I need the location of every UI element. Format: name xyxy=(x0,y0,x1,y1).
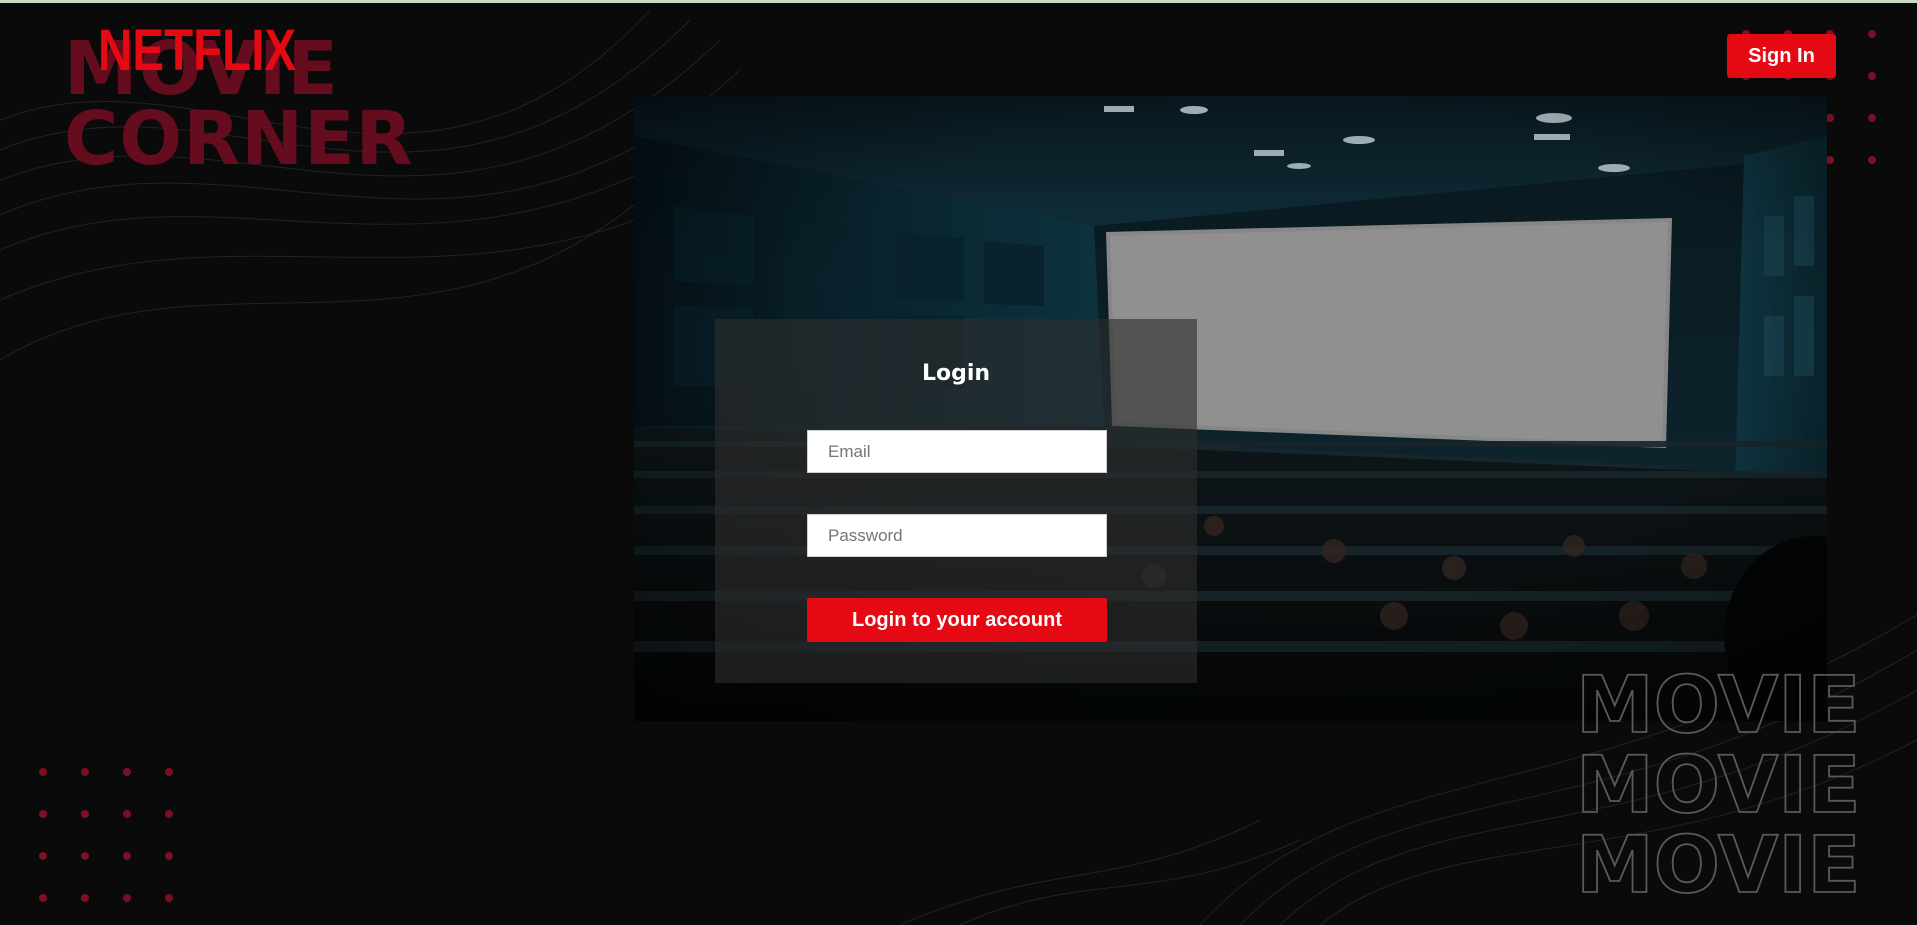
password-input[interactable] xyxy=(807,514,1107,557)
sign-in-button[interactable]: Sign In xyxy=(1727,34,1836,78)
outline-word-1: MOVIE xyxy=(1576,662,1861,751)
email-input[interactable] xyxy=(807,430,1107,473)
netflix-logo[interactable]: NETFLIX xyxy=(98,22,296,80)
login-title: Login xyxy=(921,361,991,386)
outline-word-3: MOVIE xyxy=(1576,821,1861,902)
outline-word-2: MOVIE xyxy=(1576,741,1861,831)
login-panel: Login Login to your account xyxy=(715,319,1197,683)
movie-outline-text-decoration: MOVIE MOVIE MOVIE xyxy=(1576,662,1861,902)
brand-line-2: CORNER xyxy=(64,96,414,182)
dot-grid-icon-bottom-left xyxy=(39,768,173,902)
login-page: MOVIE CORNER NETFLIX Sign In Login Email… xyxy=(0,0,1917,925)
login-submit-button[interactable]: Login to your account xyxy=(807,598,1107,642)
